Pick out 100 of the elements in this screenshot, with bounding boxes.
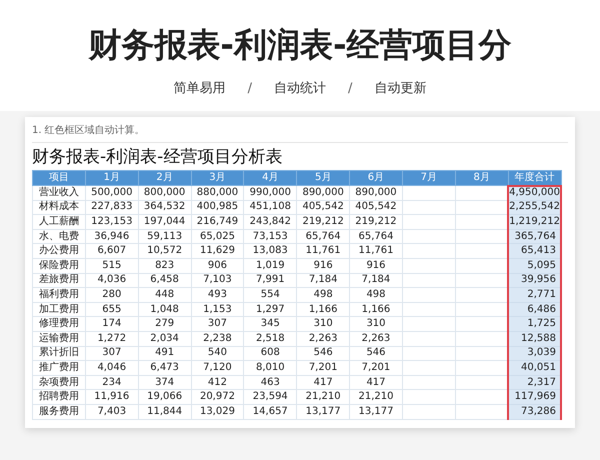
table-cell: 219,212: [350, 214, 402, 230]
table-cell: 546: [350, 346, 402, 361]
table-cell: [402, 316, 456, 332]
table-cell: 540: [191, 346, 244, 361]
table-cell: 417: [350, 375, 402, 390]
table-cell: 7,103: [191, 273, 244, 288]
table-cell: 655: [85, 302, 138, 317]
row-label: 福利费用: [32, 288, 86, 302]
table-cell: 498: [350, 288, 402, 302]
table-cell: 65,764: [296, 229, 350, 244]
table-cell: 7,201: [350, 360, 402, 376]
table-cell: 608: [244, 346, 297, 361]
table-cell: 4,046: [85, 360, 138, 376]
separator: /: [348, 80, 352, 98]
total-cell: 2,771: [508, 288, 561, 302]
page-title: 财务报表-利润表-经营项目分: [88, 24, 512, 66]
table-cell: 11,916: [85, 390, 138, 404]
table-cell: 280: [85, 288, 138, 302]
total-cell: 73,286: [508, 404, 561, 419]
table-cell: 65,025: [191, 229, 244, 244]
table-cell: 227,833: [85, 200, 138, 215]
total-cell: 5,095: [508, 258, 561, 274]
table-cell: 6,473: [138, 360, 192, 376]
table-cell: 243,842: [244, 214, 297, 230]
table-cell: 493: [191, 288, 244, 302]
table-cell: 197,044: [138, 214, 192, 230]
table-cell: 345: [244, 316, 297, 332]
table-cell: [402, 288, 456, 302]
total-cell: 6,486: [508, 302, 561, 317]
table-cell: 13,083: [244, 244, 297, 258]
table-cell: [402, 200, 456, 215]
table-cell: 1,166: [296, 302, 350, 317]
table-cell: [402, 390, 456, 404]
table-cell: 491: [138, 346, 192, 361]
table-cell: 448: [138, 288, 192, 302]
table-cell: 990,000: [244, 186, 297, 200]
column-header: 5月: [296, 170, 350, 186]
table-cell: 307: [85, 346, 138, 361]
table-cell: 11,629: [191, 244, 244, 258]
table-cell: 10,572: [138, 244, 192, 258]
total-cell: 2,255,542: [508, 200, 561, 215]
table-cell: 21,210: [296, 390, 350, 404]
table-cell: 13,177: [296, 404, 350, 419]
table-cell: 890,000: [296, 186, 350, 200]
table-cell: [402, 273, 456, 288]
row-label: 招聘费用: [32, 390, 86, 404]
table-cell: 13,029: [191, 404, 244, 419]
table-cell: [402, 360, 456, 376]
table-cell: 880,000: [191, 186, 244, 200]
table-cell: [402, 244, 456, 258]
total-cell: 2,317: [508, 375, 561, 390]
table-cell: 123,153: [85, 214, 138, 230]
table-cell: 405,542: [296, 200, 350, 215]
table-cell: 2,263: [350, 331, 402, 346]
table-cell: 515: [85, 258, 138, 274]
table-cell: 417: [296, 375, 350, 390]
column-header: 6月: [350, 170, 402, 186]
row-label: 运输费用: [32, 331, 86, 346]
table-cell: 219,212: [296, 214, 350, 230]
table-cell: 364,532: [138, 200, 192, 215]
table-cell: 500,000: [85, 186, 138, 200]
table-cell: 234: [85, 375, 138, 390]
total-cell: 39,956: [508, 273, 561, 288]
table-cell: 11,761: [350, 244, 402, 258]
table-cell: 36,946: [85, 229, 138, 244]
table-cell: 498: [296, 288, 350, 302]
table-cell: 2,238: [191, 331, 244, 346]
table-cell: 6,458: [138, 273, 192, 288]
note-text: 1. 红色框区域自动计算。: [32, 122, 568, 143]
table-cell: 906: [191, 258, 244, 274]
table-cell: [402, 346, 456, 361]
row-label: 人工薪酬: [32, 214, 86, 230]
row-label: 修理费用: [32, 316, 86, 332]
table-cell: 310: [350, 316, 402, 332]
table-cell: 463: [244, 375, 297, 390]
column-header: 项目: [32, 170, 86, 186]
table-cell: 1,297: [244, 302, 297, 317]
table-cell: 216,749: [191, 214, 244, 230]
column-header: 2月: [138, 170, 192, 186]
column-header: 年度合计: [508, 170, 561, 186]
table-cell: 1,048: [138, 302, 192, 317]
table-cell: 1,166: [350, 302, 402, 317]
table-cell: 1,153: [191, 302, 244, 317]
table-cell: 23,594: [244, 390, 297, 404]
table-cell: 1,272: [85, 331, 138, 346]
table-cell: 916: [296, 258, 350, 274]
table-cell: [402, 331, 456, 346]
row-label: 水、电费: [32, 229, 86, 244]
table-cell: 405,542: [350, 200, 402, 215]
row-label: 办公费用: [32, 244, 86, 258]
table-cell: [402, 404, 456, 419]
table-cell: 11,761: [296, 244, 350, 258]
row-label: 保险费用: [32, 258, 86, 274]
table-cell: 14,657: [244, 404, 297, 419]
total-cell: 117,969: [508, 390, 561, 404]
row-label: 材料成本: [32, 200, 86, 215]
row-label: 杂项费用: [32, 375, 86, 390]
table-cell: [402, 186, 456, 200]
column-header: 1月: [85, 170, 138, 186]
column-header: 4月: [244, 170, 297, 186]
